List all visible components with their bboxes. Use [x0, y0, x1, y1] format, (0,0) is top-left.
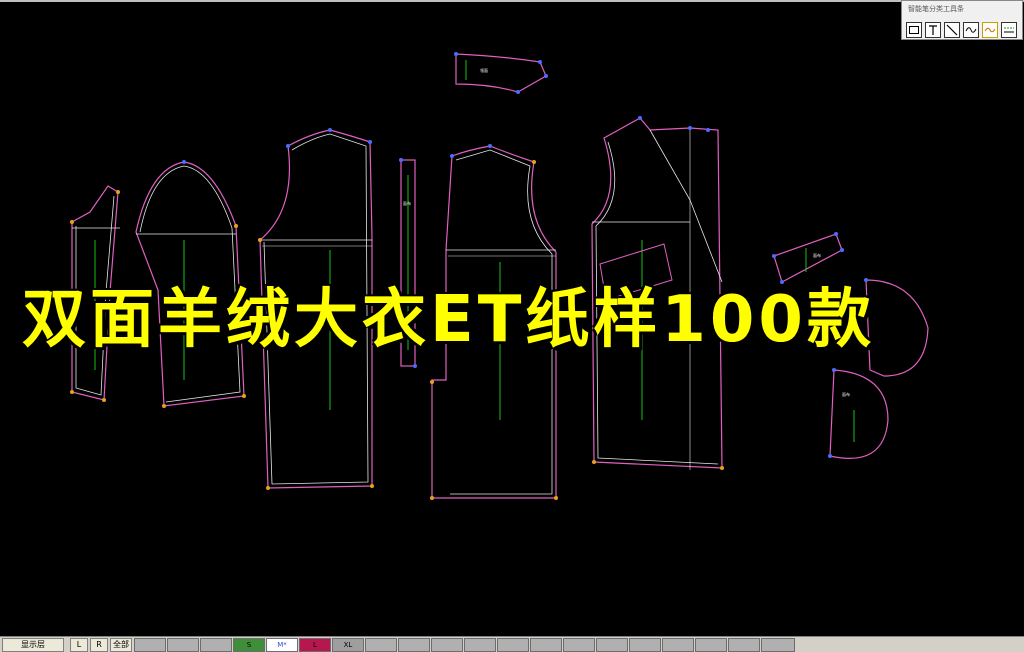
svg-text:面布: 面布: [403, 200, 411, 206]
left-button[interactable]: L: [70, 638, 88, 652]
size-swatch-xl[interactable]: XL: [332, 638, 364, 652]
layer-slot[interactable]: [200, 638, 232, 652]
size-swatch-m[interactable]: M*: [266, 638, 298, 652]
layer-slot[interactable]: [398, 638, 430, 652]
layer-slot[interactable]: [497, 638, 529, 652]
display-layer-button[interactable]: 显示层: [2, 638, 64, 652]
size-swatch-s[interactable]: S: [233, 638, 265, 652]
text-tool-icon[interactable]: [925, 22, 941, 38]
layer-slot[interactable]: [596, 638, 628, 652]
pattern-piece-collar[interactable]: 领面: [454, 52, 548, 94]
drawing-canvas[interactable]: 面布 领面 面布 面布 双面羊绒大衣ET纸样100款 智能笔分类工具条: [0, 0, 1024, 636]
layer-slot[interactable]: [464, 638, 496, 652]
dash-line-icon[interactable]: [1001, 22, 1017, 38]
layer-slot[interactable]: [728, 638, 760, 652]
layer-slot[interactable]: [563, 638, 595, 652]
curve-tool-icon[interactable]: [963, 22, 979, 38]
smooth-curve-icon[interactable]: [982, 22, 998, 38]
right-button[interactable]: R: [90, 638, 108, 652]
pattern-piece-pocket-flap[interactable]: 面布: [772, 232, 844, 284]
layer-slot[interactable]: [629, 638, 661, 652]
layer-slot[interactable]: [761, 638, 795, 652]
svg-text:面布: 面布: [842, 391, 850, 397]
toolbar-title: 智能笔分类工具条: [908, 5, 964, 13]
line-tool-icon[interactable]: [944, 22, 960, 38]
rectangle-icon[interactable]: [906, 22, 922, 38]
layer-slot[interactable]: [431, 638, 463, 652]
all-button[interactable]: 全部: [110, 638, 132, 652]
svg-text:领面: 领面: [480, 67, 488, 73]
layer-slot[interactable]: [167, 638, 199, 652]
layer-slot[interactable]: [134, 638, 166, 652]
status-bar: 显示层 L R 全部 S M* L XL: [0, 636, 1024, 652]
svg-text:面布: 面布: [813, 252, 821, 258]
overlay-title: 双面羊绒大衣ET纸样100款: [22, 283, 875, 357]
layer-slot[interactable]: [530, 638, 562, 652]
smart-pen-toolbar[interactable]: 智能笔分类工具条: [901, 0, 1023, 40]
pattern-piece-pocket-round-lower[interactable]: 面布: [828, 368, 889, 459]
layer-slot[interactable]: [365, 638, 397, 652]
layer-slot[interactable]: [662, 638, 694, 652]
layer-slot[interactable]: [695, 638, 727, 652]
size-swatch-l[interactable]: L: [299, 638, 331, 652]
